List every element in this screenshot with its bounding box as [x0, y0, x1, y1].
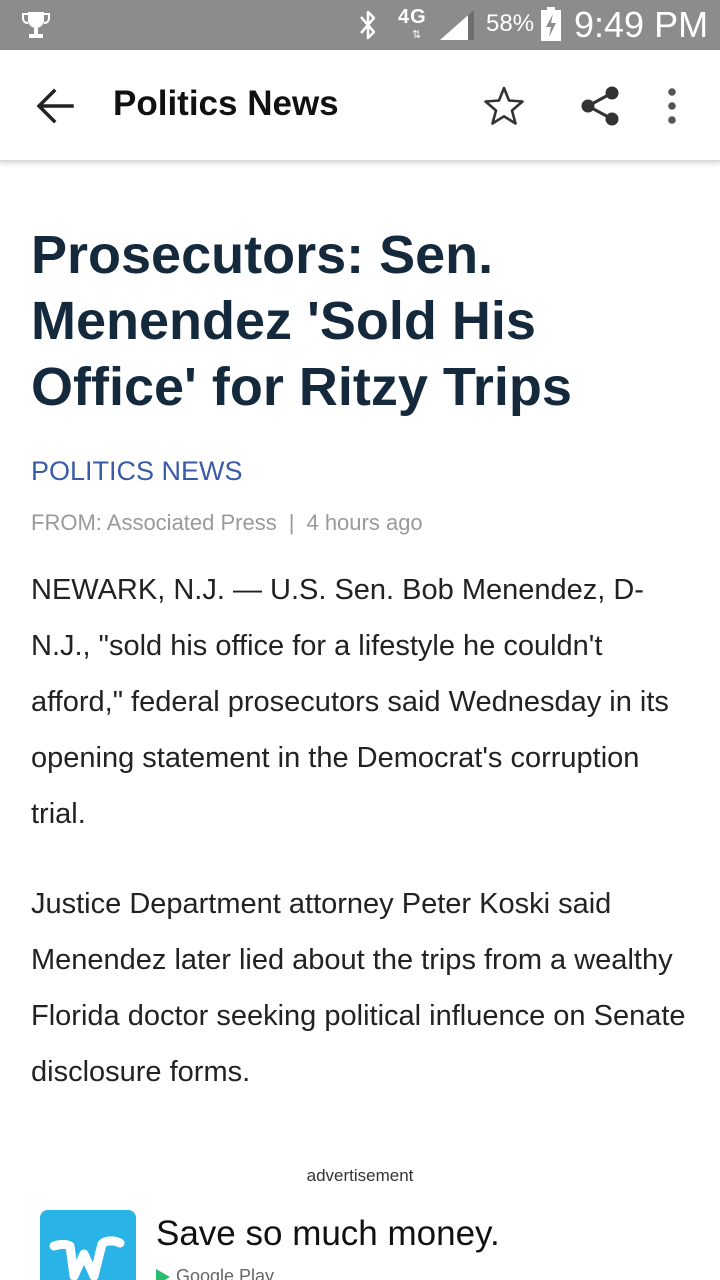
article-source: FROM: Associated Press	[31, 510, 277, 535]
bluetooth-icon	[360, 10, 376, 40]
more-vert-icon[interactable]	[658, 86, 686, 126]
ad-store-label: Google Play	[176, 1266, 275, 1280]
ad-store-row: Google Play	[156, 1266, 274, 1280]
wish-logo-icon	[40, 1210, 136, 1280]
article-headline: Prosecutors: Sen. Menendez 'Sold His Off…	[31, 225, 572, 417]
toolbar-title: Politics News	[113, 84, 339, 123]
back-arrow-icon[interactable]	[36, 88, 74, 124]
signal-icon	[440, 10, 474, 41]
app-bar: Politics News	[0, 50, 720, 162]
article-meta: FROM: Associated Press | 4 hours ago	[31, 510, 423, 536]
star-icon[interactable]	[482, 84, 526, 128]
article-time: 4 hours ago	[306, 510, 423, 535]
article-paragraph: NEWARK, N.J. — U.S. Sen. Bob Menendez, D…	[31, 574, 669, 830]
clock: 9:49 PM	[574, 4, 709, 45]
battery-charging-icon	[541, 7, 561, 41]
status-bar: 4G ⇅ 58% 9:49 PM	[0, 0, 720, 50]
ad-label: advertisement	[306, 1166, 414, 1185]
meta-separator: |	[288, 510, 295, 535]
battery-percent: 58%	[486, 10, 535, 37]
data-activity-icon: ⇅	[412, 29, 422, 41]
share-icon[interactable]	[578, 84, 622, 128]
article-paragraph: Justice Department attorney Peter Koski …	[31, 888, 686, 1088]
network-type: 4G	[398, 6, 427, 28]
ad-app-icon[interactable]	[40, 1210, 136, 1280]
google-play-icon	[156, 1269, 170, 1280]
trophy-icon	[22, 12, 50, 38]
ad-headline[interactable]: Save so much money.	[156, 1214, 500, 1254]
article-category-link[interactable]: POLITICS NEWS	[31, 456, 243, 487]
